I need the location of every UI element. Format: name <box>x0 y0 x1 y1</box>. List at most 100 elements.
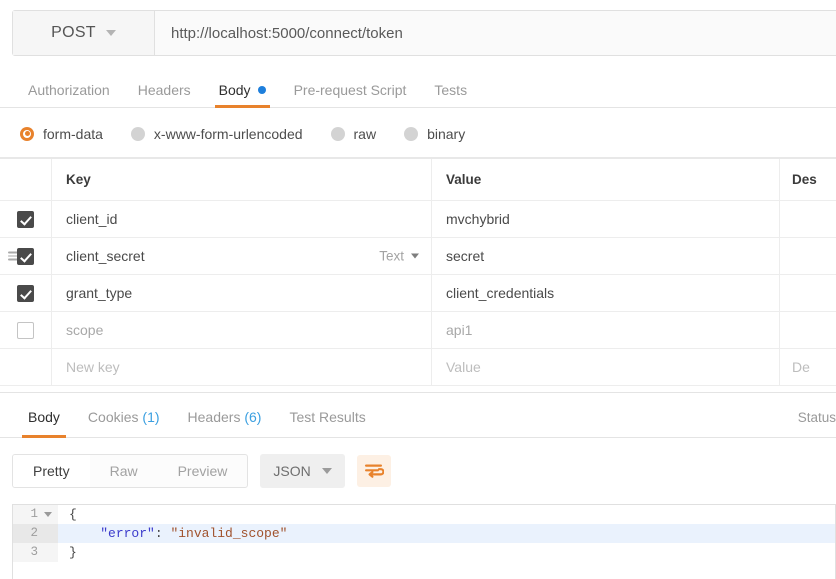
body-mode-radio-group: form-data x-www-form-urlencoded raw bina… <box>0 110 836 158</box>
new-row-description-cell[interactable]: De <box>780 349 836 385</box>
row-value-text: secret <box>446 248 485 264</box>
response-tab-cookies[interactable]: Cookies (1) <box>74 409 174 437</box>
table-header-description-cell: Des <box>780 159 836 200</box>
line-number: 1 <box>30 507 38 521</box>
code-fold-icon[interactable] <box>44 512 52 517</box>
row-checkbox-cell <box>0 312 52 348</box>
tab-pre-request-script[interactable]: Pre-request Script <box>280 82 421 107</box>
table-header-value-cell: Value <box>432 159 780 200</box>
row-enabled-checkbox[interactable] <box>17 284 34 302</box>
new-row-checkbox-cell <box>0 349 52 385</box>
code-brace-close: } <box>69 545 77 560</box>
row-key-cell[interactable]: scope <box>52 312 432 348</box>
code-line: 3 } <box>13 543 835 562</box>
response-language-selector[interactable]: JSON <box>260 454 345 488</box>
code-line: 1 { <box>13 505 835 524</box>
radio-icon <box>130 126 145 141</box>
row-enabled-checkbox[interactable] <box>17 247 34 265</box>
line-number: 2 <box>30 526 38 540</box>
row-enabled-checkbox[interactable] <box>17 210 34 228</box>
response-tab-headers-label: Headers <box>187 409 241 425</box>
radio-icon <box>404 126 419 141</box>
table-row: scope api1 <box>0 312 836 349</box>
body-mode-urlencoded[interactable]: x-www-form-urlencoded <box>130 125 303 142</box>
table-header-row: Key Value Des <box>0 159 836 201</box>
response-language-label: JSON <box>273 463 311 479</box>
response-tab-body[interactable]: Body <box>14 409 74 438</box>
new-row-value-cell[interactable]: Value <box>432 349 780 385</box>
radio-selected-icon <box>20 126 34 141</box>
row-value-cell[interactable]: mvchybrid <box>432 201 780 237</box>
chevron-down-icon <box>411 253 419 259</box>
line-gutter: 3 <box>13 543 58 562</box>
row-description-cell[interactable] <box>780 201 836 237</box>
row-value-cell[interactable]: secret <box>432 238 780 274</box>
radio-icon <box>330 126 345 141</box>
row-value-cell[interactable]: client_credentials <box>432 275 780 311</box>
table-row: client_id mvchybrid <box>0 201 836 238</box>
json-colon: : <box>154 526 171 541</box>
response-tab-cookies-label: Cookies <box>87 409 139 425</box>
row-value-text: client_credentials <box>446 285 555 301</box>
wrap-lines-button[interactable] <box>356 455 391 487</box>
row-value-cell[interactable]: api1 <box>432 312 780 348</box>
body-mode-binary[interactable]: binary <box>404 126 465 142</box>
response-tab-cookies-count: (1) <box>142 409 160 425</box>
postman-request-response-view: POST http://localhost:5000/connect/token… <box>0 0 836 579</box>
code-text: "error": "invalid_scope" <box>58 524 835 543</box>
url-input[interactable]: http://localhost:5000/connect/token <box>155 11 836 55</box>
chevron-down-icon <box>105 30 116 36</box>
row-value-text: mvchybrid <box>446 211 510 227</box>
column-header-description: Des <box>792 172 817 187</box>
column-header-value: Value <box>446 172 482 187</box>
response-tabs: Body Cookies (1) Headers (6) Test Result… <box>0 392 836 438</box>
tab-authorization-label: Authorization <box>28 82 110 98</box>
response-tab-test-results[interactable]: Test Results <box>275 409 379 437</box>
tab-authorization[interactable]: Authorization <box>14 82 124 107</box>
body-mode-form-data[interactable]: form-data <box>20 126 103 142</box>
row-description-cell[interactable] <box>780 238 836 274</box>
response-tab-test-results-label: Test Results <box>289 409 366 425</box>
line-gutter: 2 <box>13 524 58 543</box>
row-key-cell[interactable]: grant_type <box>52 275 432 311</box>
tab-tests[interactable]: Tests <box>420 82 481 107</box>
body-mode-urlencoded-label: x-www-form-urlencoded <box>153 125 303 142</box>
row-value-text: api1 <box>446 322 473 338</box>
code-text: { <box>58 505 835 524</box>
table-header-checkbox-cell <box>0 159 52 200</box>
response-view-mode-group: Pretty Raw Preview <box>12 454 249 488</box>
http-method-label: POST <box>51 24 96 41</box>
http-method-selector[interactable]: POST <box>13 11 155 55</box>
row-key-cell[interactable]: client_id <box>52 201 432 237</box>
wrap-lines-icon <box>364 464 384 478</box>
url-bar: POST http://localhost:5000/connect/token <box>12 10 836 56</box>
new-value-placeholder: Value <box>446 359 481 375</box>
response-code-editor[interactable]: 1 { 2 "error": "invalid_scope" 3 } <box>12 504 836 579</box>
line-number: 3 <box>30 545 38 559</box>
json-value: "invalid_scope" <box>170 526 288 541</box>
view-mode-preview[interactable]: Preview <box>158 455 248 487</box>
row-description-cell[interactable] <box>780 312 836 348</box>
tab-headers-label: Headers <box>137 82 191 98</box>
body-modified-dot-icon <box>257 86 266 94</box>
row-enabled-checkbox[interactable] <box>17 321 34 339</box>
table-new-row: New key Value De <box>0 349 836 386</box>
tab-pre-request-script-label: Pre-request Script <box>293 82 407 98</box>
row-key-text: client_id <box>66 211 118 227</box>
tab-body[interactable]: Body <box>205 82 280 108</box>
line-gutter: 1 <box>13 505 58 524</box>
view-mode-raw[interactable]: Raw <box>90 455 158 487</box>
row-key-text: client_secret <box>66 248 145 264</box>
body-mode-raw[interactable]: raw <box>330 126 376 142</box>
response-tab-headers-count: (6) <box>244 409 262 425</box>
tab-headers[interactable]: Headers <box>124 82 205 107</box>
row-key-cell[interactable]: client_secret Text <box>52 238 432 274</box>
row-type-selector[interactable]: Text <box>379 249 419 264</box>
row-checkbox-cell <box>0 275 52 311</box>
row-type-label: Text <box>379 248 404 264</box>
new-row-key-cell[interactable]: New key <box>52 349 432 385</box>
row-description-cell[interactable] <box>780 275 836 311</box>
response-tab-headers[interactable]: Headers (6) <box>174 409 276 437</box>
column-header-key: Key <box>66 172 91 187</box>
view-mode-pretty[interactable]: Pretty <box>13 455 90 487</box>
